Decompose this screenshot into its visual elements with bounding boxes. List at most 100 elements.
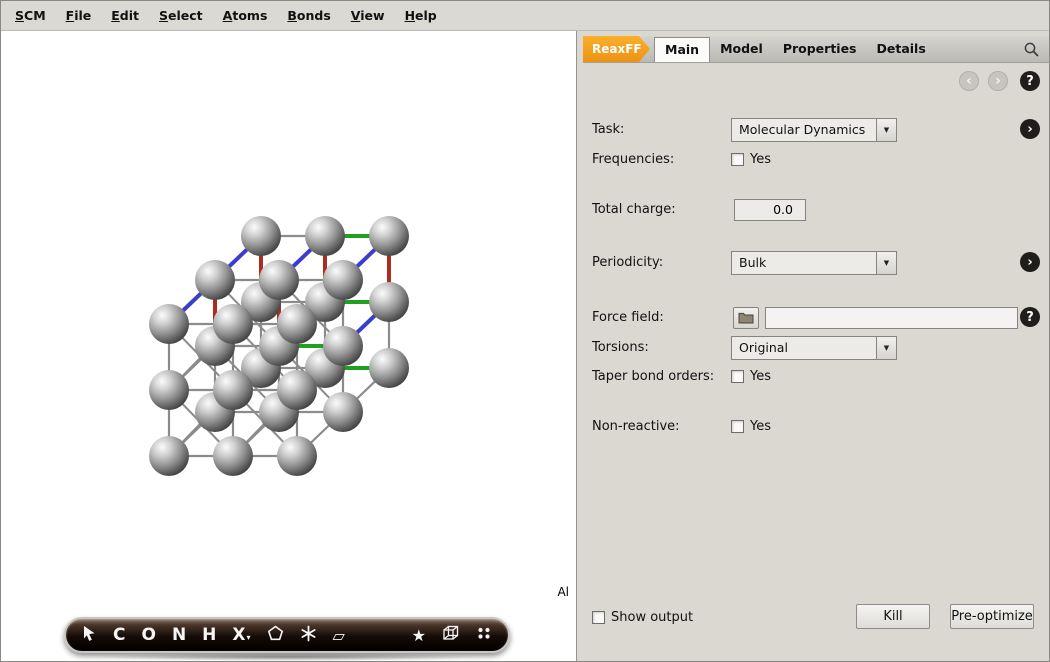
non-reactive-label: Non-reactive: xyxy=(592,419,731,434)
help-button[interactable]: ? xyxy=(1020,71,1040,91)
task-dropdown[interactable]: Molecular Dynamics ▼ xyxy=(731,118,897,142)
menu-item-view[interactable]: View xyxy=(341,3,395,28)
select-tool[interactable] xyxy=(82,625,97,646)
menu-item-atoms[interactable]: Atoms xyxy=(213,3,278,28)
total-charge-row: Total charge: xyxy=(592,197,1040,222)
caret-down-icon: ▾ xyxy=(247,633,251,645)
product-tag-reaxff: ReaxFF xyxy=(583,36,650,62)
menu-item-file[interactable]: File xyxy=(56,3,102,28)
chevron-right-icon: › xyxy=(1027,123,1032,136)
show-output-checkbox[interactable] xyxy=(592,611,605,624)
footer: Show output Kill Pre-optimize xyxy=(592,604,1040,630)
task-dropdown-button[interactable]: ▼ xyxy=(876,119,896,141)
tab-properties[interactable]: Properties xyxy=(773,36,867,62)
taper-bond-orders-label: Taper bond orders: xyxy=(592,369,731,384)
builder-toolbar: CONHX▾▱★ xyxy=(64,617,510,653)
task-detail-button[interactable]: › xyxy=(1020,119,1040,139)
kill-button[interactable]: Kill xyxy=(856,604,930,629)
menu-item-scm[interactable]: SCM xyxy=(5,3,56,28)
asterisk-icon xyxy=(300,625,317,646)
lasso-icon: ▱ xyxy=(333,626,345,645)
cursor-icon xyxy=(82,625,97,646)
frequencies-row: Frequencies: Yes xyxy=(592,147,1040,172)
frequencies-option-label: Yes xyxy=(750,152,771,167)
non-reactive-checkbox[interactable] xyxy=(731,420,744,433)
force-field-input[interactable] xyxy=(765,307,1018,329)
tab-model[interactable]: Model xyxy=(710,36,773,62)
element-o-button[interactable]: O xyxy=(141,625,155,645)
force-field-help-button[interactable]: ? xyxy=(1020,307,1040,327)
ring-tool-button[interactable] xyxy=(267,625,284,646)
menu-item-edit[interactable]: Edit xyxy=(101,3,149,28)
taper-bond-orders-option-label: Yes xyxy=(750,369,771,384)
structure-tool-button[interactable] xyxy=(300,625,317,646)
molecule-viewer[interactable]: Al CONHX▾▱★ xyxy=(1,31,577,661)
search-icon[interactable] xyxy=(1023,41,1040,58)
balls-tool-button[interactable] xyxy=(476,626,492,644)
element-h-button[interactable]: H xyxy=(202,625,216,645)
non-reactive-row: Non-reactive: Yes xyxy=(592,414,1040,439)
frequencies-label: Frequencies: xyxy=(592,152,731,167)
crystal-tool-button[interactable] xyxy=(442,625,460,645)
element-c-button[interactable]: C xyxy=(113,625,125,645)
chevron-left-icon: ‹ xyxy=(966,74,972,88)
browse-force-field-button[interactable] xyxy=(733,307,759,329)
app-window: SCMFileEditSelectAtomsBondsViewHelp Al C… xyxy=(0,0,1050,662)
chevron-down-icon: ▼ xyxy=(884,259,889,267)
dots-icon xyxy=(476,626,492,644)
star-icon: ★ xyxy=(412,626,426,645)
menu-item-select[interactable]: Select xyxy=(149,3,213,28)
history-back-button[interactable]: ‹ xyxy=(959,71,979,91)
question-icon: ? xyxy=(1026,75,1034,88)
torsions-label: Torsions: xyxy=(592,340,731,355)
total-charge-input[interactable] xyxy=(734,199,806,221)
tab-details[interactable]: Details xyxy=(867,36,936,62)
torsions-row: Torsions: Original ▼ xyxy=(592,335,1040,360)
frequencies-checkbox[interactable] xyxy=(731,153,744,166)
periodicity-label: Periodicity: xyxy=(592,255,731,270)
menu-item-bonds[interactable]: Bonds xyxy=(277,3,340,28)
force-field-row: Force field: ? xyxy=(592,305,1040,330)
favorites-button[interactable]: ★ xyxy=(412,626,426,645)
force-field-label: Force field: xyxy=(592,310,731,325)
task-dropdown-value: Molecular Dynamics xyxy=(732,119,876,141)
lasso-tool-button[interactable]: ▱ xyxy=(333,626,345,645)
history-forward-button[interactable]: › xyxy=(988,71,1008,91)
taper-bond-orders-row: Taper bond orders: Yes xyxy=(592,364,1040,389)
torsions-dropdown-button[interactable]: ▼ xyxy=(876,337,896,359)
menu-item-help[interactable]: Help xyxy=(395,3,447,28)
lattice-svg xyxy=(1,31,577,662)
folder-icon xyxy=(738,312,754,324)
atom-type-label: Al xyxy=(557,585,569,599)
chevron-down-icon: ▼ xyxy=(884,126,889,134)
element-label: H xyxy=(202,625,216,645)
torsions-dropdown[interactable]: Original ▼ xyxy=(731,336,897,360)
task-label: Task: xyxy=(592,122,731,137)
periodicity-dropdown-button[interactable]: ▼ xyxy=(876,252,896,274)
element-label: O xyxy=(141,625,155,645)
pre-optimize-button[interactable]: Pre-optimize xyxy=(950,604,1034,629)
chevron-right-icon: › xyxy=(1027,256,1032,269)
non-reactive-option-label: Yes xyxy=(750,419,771,434)
element-label: C xyxy=(113,625,125,645)
periodicity-row: Periodicity: Bulk ▼ › xyxy=(592,250,1040,275)
ring-icon xyxy=(267,625,284,646)
task-row: Task: Molecular Dynamics ▼ › xyxy=(592,117,1040,142)
total-charge-label: Total charge: xyxy=(592,202,731,217)
periodicity-dropdown[interactable]: Bulk ▼ xyxy=(731,251,897,275)
periodicity-detail-button[interactable]: › xyxy=(1020,252,1040,272)
element-n-button[interactable]: N xyxy=(172,625,186,645)
tab-bar: ReaxFF MainModelPropertiesDetails xyxy=(583,36,1049,63)
tab-main[interactable]: Main xyxy=(654,37,710,62)
chevron-down-icon: ▼ xyxy=(884,344,889,352)
box-icon xyxy=(442,625,460,645)
tabs: MainModelPropertiesDetails xyxy=(654,36,936,62)
element-label: X xyxy=(232,625,245,645)
toolbar-reflection xyxy=(91,653,486,661)
menu-bar: SCMFileEditSelectAtomsBondsViewHelp xyxy=(1,1,1049,31)
torsions-dropdown-value: Original xyxy=(732,337,876,359)
periodicity-dropdown-value: Bulk xyxy=(732,252,876,274)
element-x-button[interactable]: X▾ xyxy=(232,625,250,645)
question-icon: ? xyxy=(1026,311,1034,324)
taper-bond-orders-checkbox[interactable] xyxy=(731,370,744,383)
